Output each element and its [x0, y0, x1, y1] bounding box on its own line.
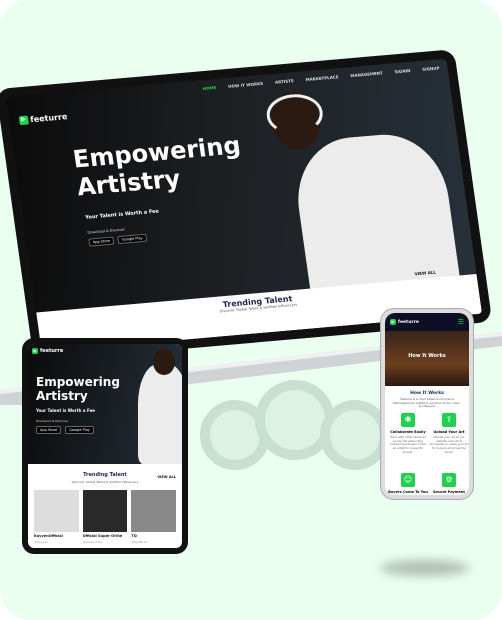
nav-how-it-works[interactable]: HOW IT WORKS: [228, 81, 264, 89]
logo[interactable]: ▶ feeturre: [32, 348, 63, 354]
network-icon: ✱: [401, 413, 415, 427]
google-play-button[interactable]: Google Play: [65, 426, 94, 434]
phone-shadow: [380, 560, 470, 576]
talent-photo: [34, 490, 79, 532]
talent-photo: [82, 490, 128, 532]
section-intro: Feeturre is a cloud based e-commerce Mar…: [393, 397, 461, 409]
talent-card[interactable]: KayyenOfficial @kayyen: [34, 490, 79, 544]
nav-management[interactable]: MANAGEMENT: [350, 70, 383, 78]
download-label: Download & Discover: [36, 419, 69, 423]
feature-secure-payment: ⚙ Secure Payment: [433, 473, 465, 494]
tablet-mockup: ▶ feeturre Empowering Artistry Your Talen…: [22, 338, 188, 554]
talent-name: Official Super Orihe: [82, 534, 123, 538]
hero-person: [138, 364, 182, 464]
talent-handle: @tqofficial: [131, 540, 148, 544]
app-store-button[interactable]: App Store: [88, 236, 115, 247]
buyers-icon: ☺: [401, 473, 415, 487]
nav-signin[interactable]: SIGNIN: [394, 68, 410, 74]
hero-tagline: Your Talent is Worth a Fee: [36, 408, 96, 413]
upload-icon: ⇪: [442, 413, 456, 427]
tablet-hero: ▶ feeturre Empowering Artistry Your Talen…: [28, 344, 182, 464]
talent-card[interactable]: TQ @tqofficial: [131, 490, 177, 544]
menu-icon[interactable]: ☰: [458, 318, 464, 326]
logo-icon: ▶: [18, 115, 29, 126]
nav-signup[interactable]: SIGNUP: [422, 65, 440, 71]
phone-mockup: ▶ feeturre ☰ How It Works How It Works F…: [380, 308, 474, 500]
feature-collaborate: ✱ Collaborate Easily Work with other talen…: [389, 413, 427, 454]
phone-hero: How It Works: [385, 331, 469, 386]
nav-home[interactable]: HOME: [202, 85, 216, 91]
logo-text: feeturre: [29, 112, 68, 125]
hero-tagline: Your Talent is Worth a Fee: [84, 208, 160, 221]
view-all-link[interactable]: VIEW ALL: [157, 475, 176, 479]
logo-text: feeturre: [398, 319, 419, 325]
secure-payment-icon: ⚙: [442, 473, 456, 487]
feature-buyers: ☺ Buyers Come To You: [388, 473, 428, 494]
hero-person-head: [153, 349, 175, 375]
hero-title: How It Works: [408, 353, 446, 359]
talent-name: TQ: [131, 534, 137, 538]
main-nav: HOME HOW IT WORKS ARTISTS MARKETPLACE MA…: [202, 65, 439, 91]
talent-name: KayyenOfficial: [34, 534, 63, 538]
tablet-screen: ▶ feeturre Empowering Artistry Your Talen…: [28, 344, 182, 548]
phone-header: ▶ feeturre ☰: [385, 313, 469, 331]
download-label: Download & Discover: [87, 227, 126, 235]
logo-icon: ▶: [390, 319, 396, 325]
hero-title: Empowering Artistry: [71, 131, 243, 201]
talent-card[interactable]: Official Super Orihe @superorihe: [82, 490, 128, 544]
nav-artists[interactable]: ARTISTS: [275, 78, 294, 85]
google-play-button[interactable]: Google Play: [117, 233, 148, 245]
talent-handle: @superorihe: [82, 540, 102, 544]
phone-screen: ▶ feeturre ☰ How It Works How It Works F…: [385, 313, 469, 495]
logo-text: feeturre: [40, 348, 64, 354]
nav-marketplace[interactable]: MARKETPLACE: [305, 74, 339, 82]
app-store-button[interactable]: App Store: [36, 426, 62, 434]
logo[interactable]: ▶ feeturre: [18, 112, 68, 126]
feature-upload: ⇪ Upload Your Art Upload your art to our w…: [429, 413, 469, 454]
hero-title: Empowering Artistry: [36, 375, 120, 403]
trending-subtitle: Discover Global Talent & Verified Influe…: [71, 480, 139, 484]
talent-handle: @kayyen: [34, 540, 48, 544]
section-heading: How It Works: [410, 391, 444, 396]
logo[interactable]: ▶ feeturre: [390, 319, 419, 325]
logo-icon: ▶: [32, 348, 38, 354]
talent-photo: [131, 490, 177, 532]
